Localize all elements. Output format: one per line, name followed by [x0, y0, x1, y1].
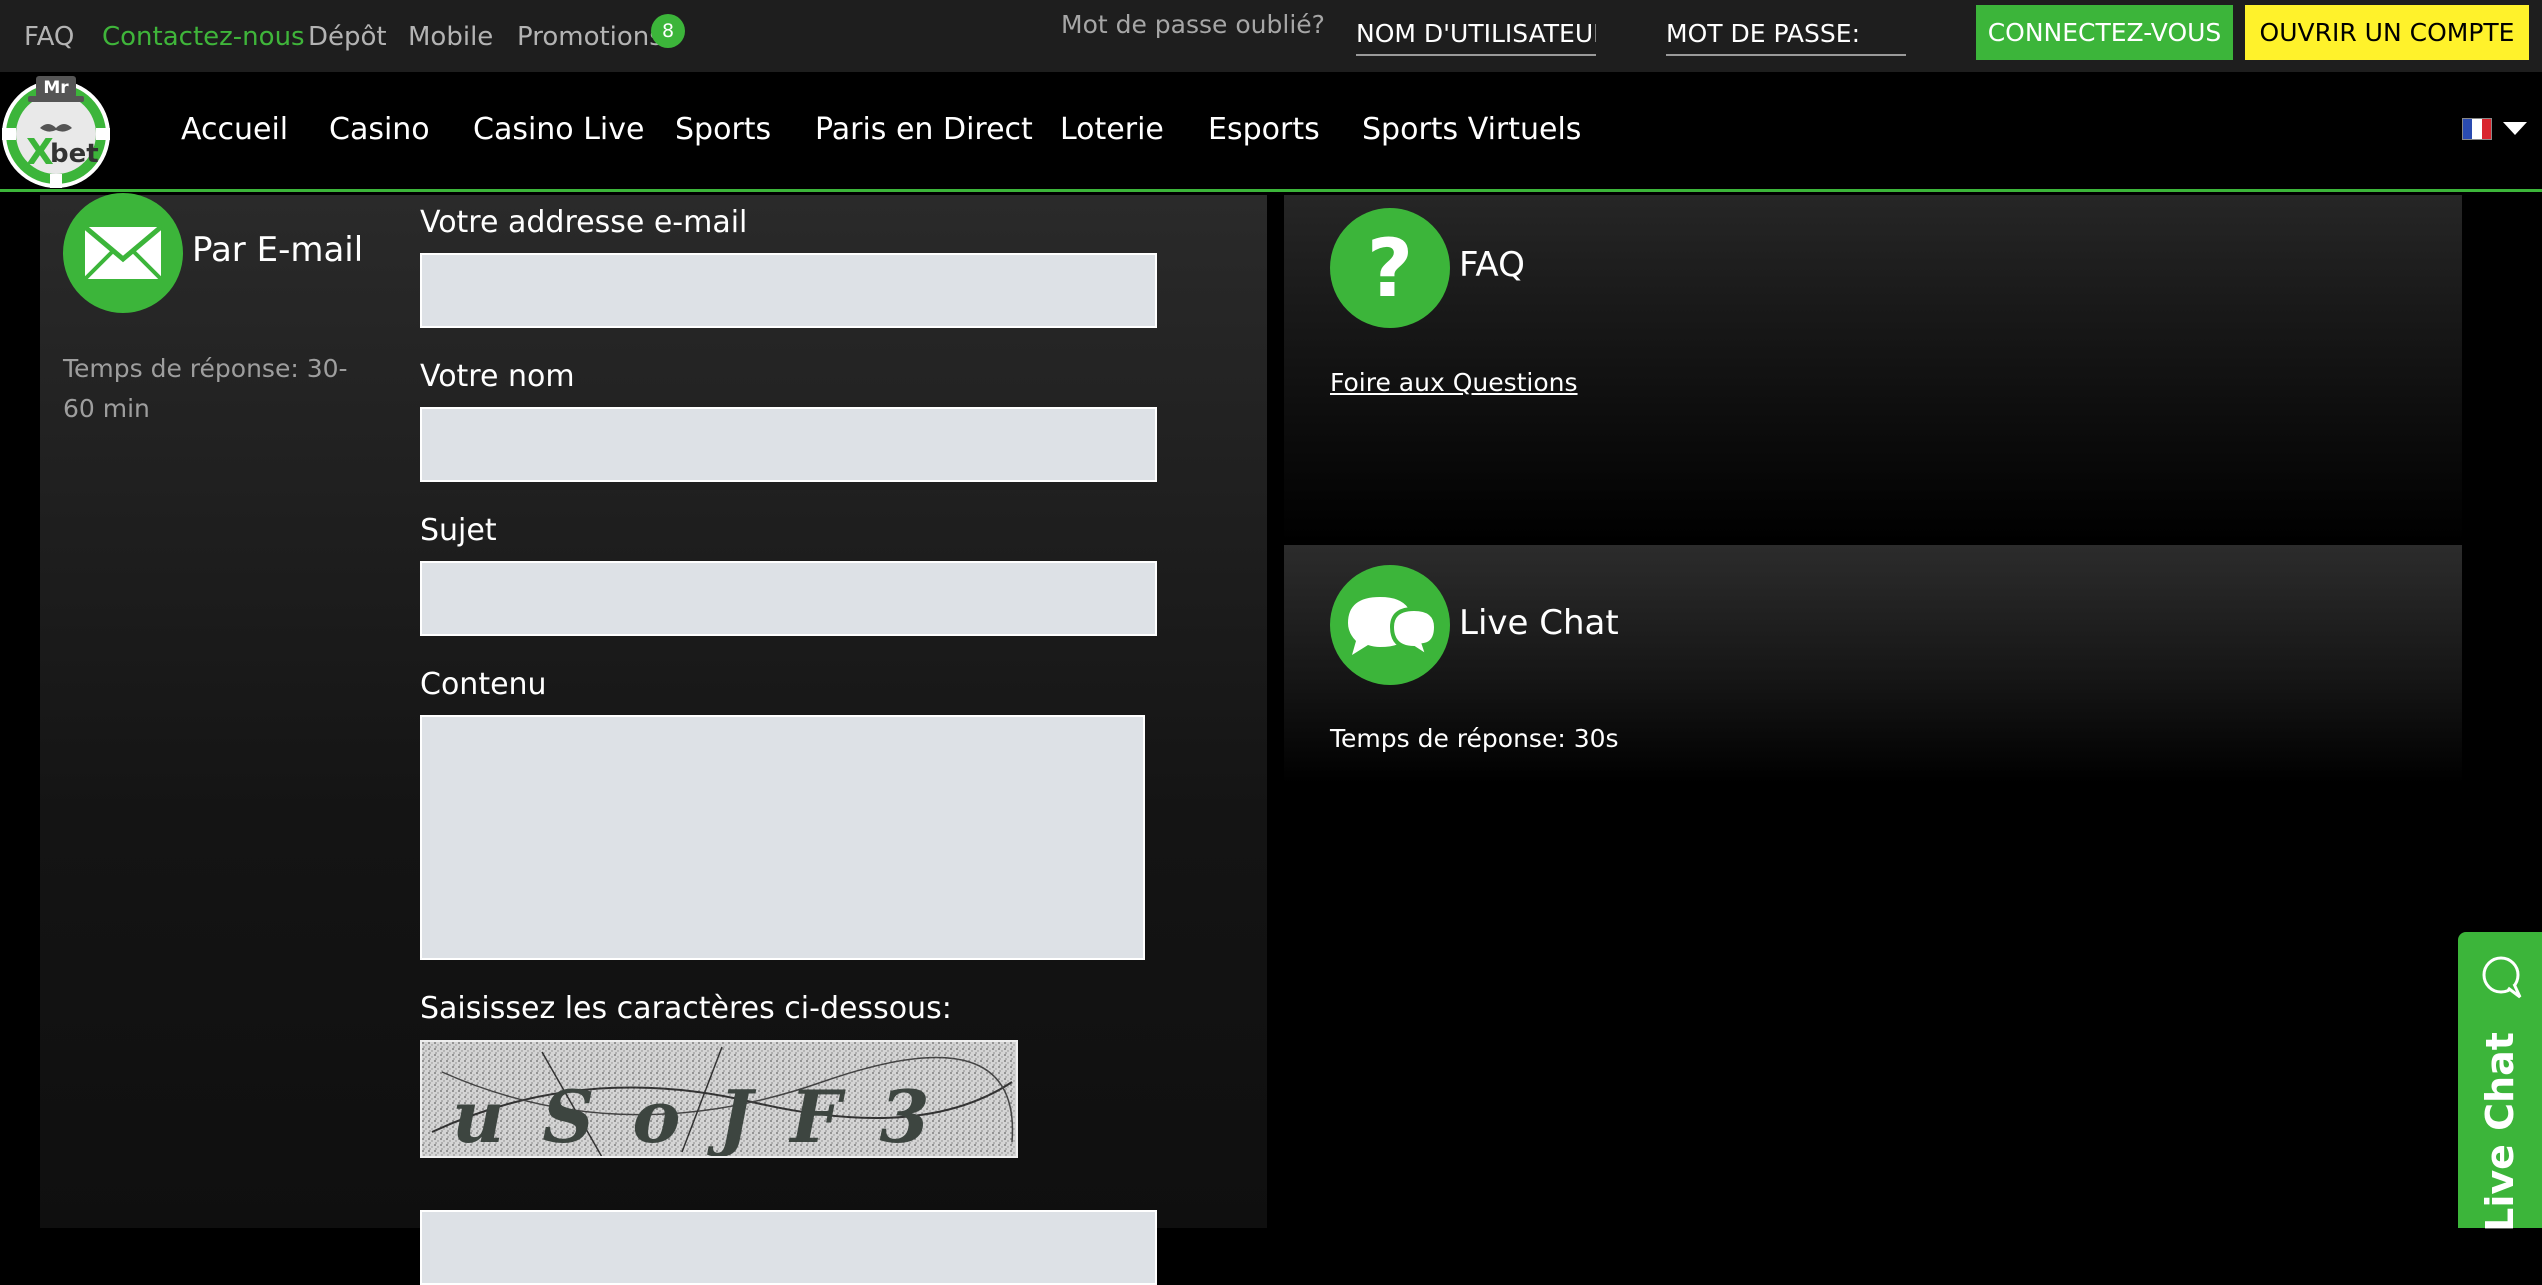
top-link-contact[interactable]: Contactez-nous: [102, 22, 305, 52]
language-dropdown-caret-icon[interactable]: [2503, 122, 2527, 135]
mrxbet-logo[interactable]: Mr X bet: [0, 72, 112, 190]
captcha-input[interactable]: [420, 1210, 1157, 1285]
faq-link[interactable]: Foire aux Questions: [1330, 368, 1578, 397]
top-utility-bar: FAQ Contactez-nous Dépôt Mobile Promotio…: [0, 0, 2542, 72]
svg-text:uSoJF3: uSoJF3: [452, 1074, 968, 1158]
nav-item-paris-en-direct[interactable]: Paris en Direct: [815, 112, 1033, 147]
svg-text:?: ?: [1367, 222, 1413, 315]
live-chat-tab-label: Live Chat: [2478, 1032, 2522, 1232]
email-field[interactable]: [420, 253, 1157, 328]
nav-item-sports[interactable]: Sports: [675, 112, 771, 147]
email-field-label: Votre addresse e-mail: [420, 205, 748, 240]
name-field[interactable]: [420, 407, 1157, 482]
faq-section-title: FAQ: [1459, 245, 1525, 285]
nav-item-casino-live[interactable]: Casino Live: [473, 112, 644, 147]
nav-item-esports[interactable]: Esports: [1208, 112, 1320, 147]
captcha-label: Saisissez les caractères ci-dessous:: [420, 991, 952, 1026]
forgot-password-link[interactable]: Mot de passe oublié?: [1061, 10, 1325, 39]
email-section-title: Par E-mail: [192, 230, 364, 270]
envelope-icon: [63, 193, 183, 313]
chat-bubble-icon: [2482, 956, 2522, 999]
live-chat-panel: [1284, 545, 2462, 1228]
open-account-button[interactable]: OUVRIR UN COMPTE: [2245, 5, 2529, 60]
main-nav: Mr X bet Accueil Casino Casino Live Spor…: [0, 72, 2542, 192]
username-input[interactable]: [1356, 12, 1596, 56]
captcha-image: uSoJF3: [420, 1040, 1018, 1158]
subject-field[interactable]: [420, 561, 1157, 636]
top-link-mobile[interactable]: Mobile: [408, 22, 493, 52]
chat-response-time: Temps de réponse: 30s: [1330, 724, 1619, 753]
top-link-promotions[interactable]: Promotions: [517, 22, 663, 52]
content-field-label: Contenu: [420, 667, 547, 702]
name-field-label: Votre nom: [420, 359, 575, 394]
subject-field-label: Sujet: [420, 513, 497, 548]
password-input[interactable]: [1666, 12, 1906, 56]
nav-item-sports-virtuels[interactable]: Sports Virtuels: [1362, 112, 1581, 147]
live-chat-tab[interactable]: Live Chat: [2458, 932, 2542, 1232]
top-link-faq[interactable]: FAQ: [24, 22, 74, 52]
top-link-deposit[interactable]: Dépôt: [308, 22, 387, 52]
chat-bubbles-icon: [1330, 565, 1450, 685]
promotions-count-badge: 8: [651, 14, 685, 48]
svg-text:bet: bet: [50, 139, 99, 169]
nav-item-loterie[interactable]: Loterie: [1060, 112, 1164, 147]
flag-fr-icon[interactable]: [2462, 118, 2492, 140]
question-icon: ?: [1330, 208, 1450, 328]
login-button[interactable]: CONNECTEZ-VOUS: [1976, 5, 2233, 60]
chat-section-title: Live Chat: [1459, 603, 1619, 643]
nav-item-casino[interactable]: Casino: [329, 112, 430, 147]
svg-text:Mr: Mr: [43, 78, 69, 98]
nav-item-accueil[interactable]: Accueil: [181, 112, 288, 147]
email-response-time: Temps de réponse: 30-60 min: [63, 354, 348, 423]
content-textarea[interactable]: [420, 715, 1145, 960]
